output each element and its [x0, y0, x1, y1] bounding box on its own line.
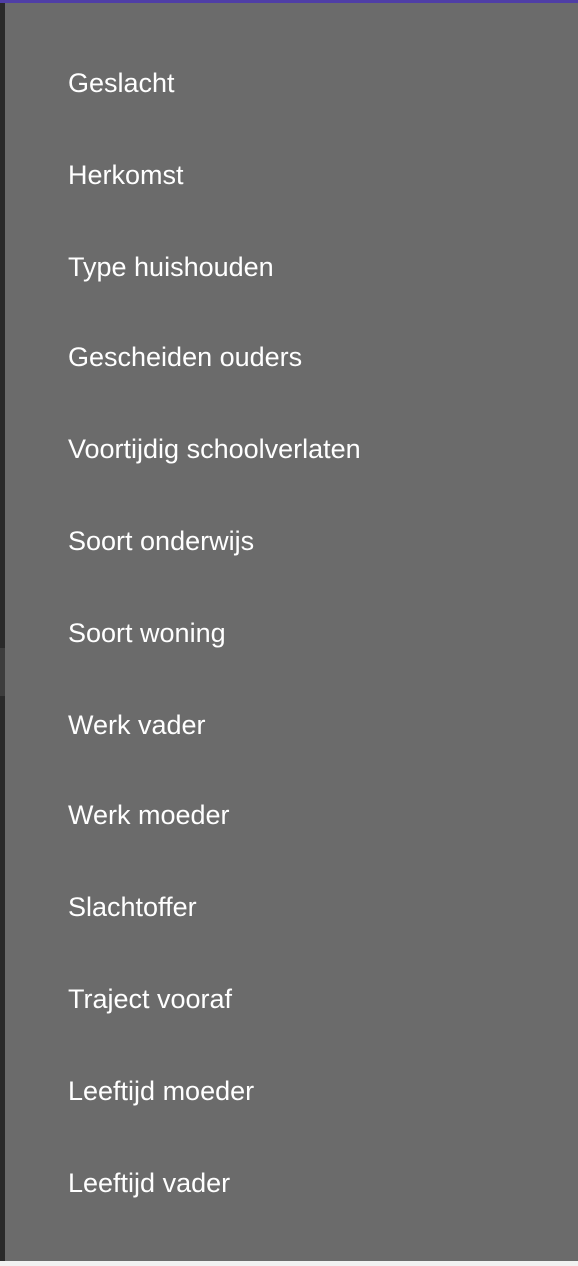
menu-item-type-huishouden[interactable]: Type huishouden — [68, 247, 274, 287]
menu-item-werk-vader[interactable]: Werk vader — [68, 705, 206, 745]
menu-item-soort-woning[interactable]: Soort woning — [68, 613, 226, 653]
menu-item-gescheiden-ouders[interactable]: Gescheiden ouders — [68, 337, 302, 377]
page-bottom-edge — [0, 1261, 578, 1266]
menu-item-herkomst[interactable]: Herkomst — [68, 155, 184, 195]
menu-item-voortijdig-schoolverlaten[interactable]: Voortijdig schoolverlaten — [68, 429, 361, 469]
menu-item-soort-onderwijs[interactable]: Soort onderwijs — [68, 521, 254, 561]
menu-item-leeftijd-moeder[interactable]: Leeftijd moeder — [68, 1071, 254, 1111]
menu-item-leeftijd-vader[interactable]: Leeftijd vader — [68, 1163, 230, 1203]
side-menu-panel: Geslacht Herkomst Type huishouden Gesche… — [5, 3, 578, 1261]
menu-item-geslacht[interactable]: Geslacht — [68, 63, 175, 103]
app-frame: Geslacht Herkomst Type huishouden Gesche… — [0, 0, 578, 1266]
menu-item-werk-moeder[interactable]: Werk moeder — [68, 795, 230, 835]
menu-item-slachtoffer[interactable]: Slachtoffer — [68, 887, 197, 927]
menu-item-traject-vooraf[interactable]: Traject vooraf — [68, 979, 232, 1019]
